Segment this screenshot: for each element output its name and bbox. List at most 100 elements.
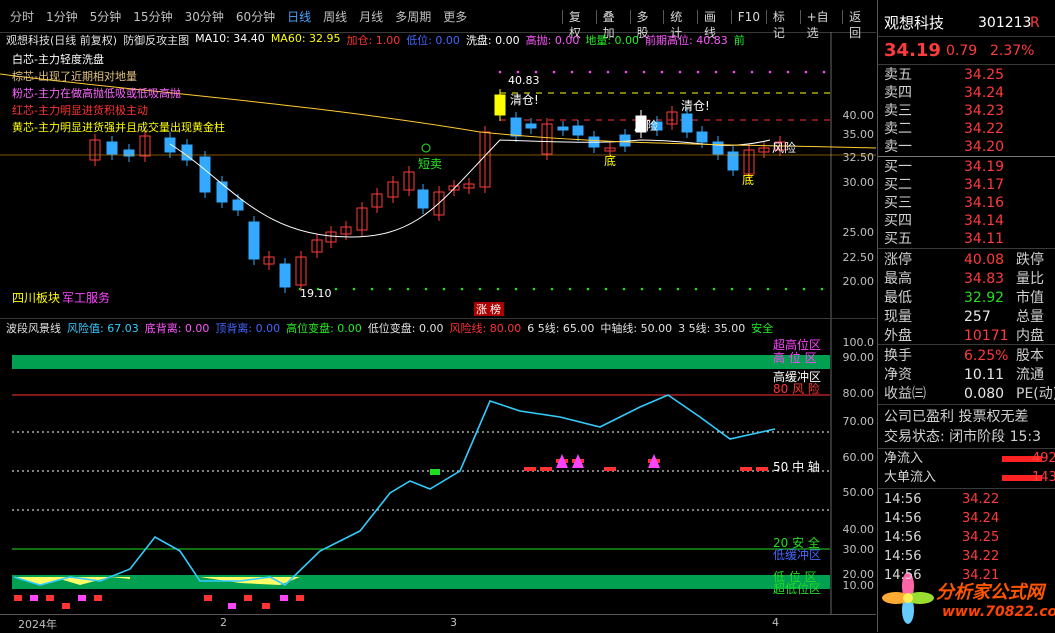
toolbar: 分时 1分钟 5分钟 15分钟 30分钟 60分钟 日线 周线 月线 多周期 更多 复权 叠加 多股 统计… <box>0 0 876 40</box>
di-label: 底 <box>742 172 754 187</box>
bottom-mark <box>204 595 212 601</box>
support-dot <box>514 287 518 291</box>
jiacang-value: 加仓: 1.00 <box>346 34 401 47</box>
support-dot <box>352 287 356 291</box>
x-label-1: 2 <box>220 616 227 629</box>
stat2-row: 换手 6.25% 股本 <box>882 347 1054 365</box>
support-dot <box>442 287 446 291</box>
support-dot <box>802 287 806 291</box>
ind-name[interactable]: 波段风景线 <box>6 320 61 336</box>
stat2-row: 净资 10.11 流通 <box>882 366 1054 384</box>
signal-mark <box>604 467 616 471</box>
legend: 白芯-主力轻度洗盘 棕芯-出现了近期相对地量 粉芯-主力在做高抛低吸或低吸高抛 红芯-… <box>12 51 225 136</box>
qingcang-label: 清仓! <box>510 93 539 107</box>
diwei-value: 低位: 0.00 <box>406 34 460 47</box>
sector-label: 四川板块 <box>12 291 60 305</box>
risk-value-line <box>13 394 776 586</box>
period-tab-10[interactable]: 更多 <box>437 9 473 25</box>
support-dot <box>478 287 482 291</box>
zhang-label: 涨 <box>476 303 487 316</box>
resist-dot <box>696 70 700 74</box>
support-dot <box>496 287 500 291</box>
ind-y-label: 50.00 <box>842 486 875 499</box>
quote-panel: 观想科技 301213 R 34.19 0.79 2.37% 公司已盈利 投票权… <box>877 0 1055 632</box>
ma10-value: MA10: 34.40 <box>195 32 265 45</box>
signal-mark <box>756 467 768 471</box>
main-y-label: 40.00 <box>842 109 875 122</box>
period-tab-0[interactable]: 分时 <box>4 9 40 25</box>
x-label-0: 2024年 <box>18 618 57 631</box>
main-yaxis: 40.00 35.00 32.50 30.00 25.00 22.50 20.00 <box>832 32 876 318</box>
main-y-label: 20.00 <box>842 275 875 288</box>
period-tab-1[interactable]: 1分钟 <box>40 9 84 25</box>
stat2-row-label2: 流通 <box>1016 367 1044 383</box>
period-tab-8[interactable]: 月线 <box>353 9 389 25</box>
legend-item: 黄芯-主力明显进货强并且成交量出现黄金柱 <box>12 121 225 134</box>
tick-price: 34.25 <box>962 530 1000 545</box>
dbl-value: 底背离: 0.00 <box>144 322 210 335</box>
tick-price: 34.22 <box>962 549 1000 564</box>
signal-mark <box>524 467 536 471</box>
resist-dot <box>498 70 502 74</box>
candle <box>557 126 569 131</box>
support-dot <box>784 287 788 291</box>
stat2-row-label2: 股本 <box>1016 348 1044 364</box>
bid-row: 买三 34.16 <box>882 194 1054 212</box>
bid-row-label: 买五 <box>884 231 912 247</box>
bottom-mark <box>296 595 304 601</box>
stat-row-label2: 内盘 <box>1016 328 1044 344</box>
company-info: 公司已盈利 投票权无差 <box>884 409 1029 425</box>
support-dot <box>748 287 752 291</box>
tick-time: 14:56 <box>884 492 922 507</box>
candle <box>232 199 244 211</box>
tick-time: 14:56 <box>884 511 922 526</box>
resist-dot <box>642 70 646 74</box>
tick-row: 14:56 34.24 <box>882 510 1054 528</box>
candle <box>681 113 693 133</box>
bid-row-value: 34.17 <box>964 177 1005 193</box>
company-row: 公司已盈利 投票权无差 <box>882 408 1054 426</box>
bottom-mark <box>62 603 70 609</box>
period-tab-6[interactable]: 日线 <box>281 9 317 25</box>
xipan-value: 洗盘: 0.00 <box>465 34 520 47</box>
ma60-value: MA60: 32.95 <box>270 32 341 45</box>
legend-item: 红芯-主力明显进货积极主动 <box>12 104 148 117</box>
zone-label: 高 位 区 <box>773 350 817 365</box>
period-tab-4[interactable]: 30分钟 <box>179 9 230 25</box>
stat-row: 现量 257 总量 <box>882 308 1054 326</box>
tick-time: 14:56 <box>884 568 922 583</box>
ask-row-label: 卖四 <box>884 85 912 101</box>
tick-time: 14:56 <box>884 549 922 564</box>
ask-row-label: 卖三 <box>884 103 912 119</box>
period-tab-3[interactable]: 15分钟 <box>127 9 178 25</box>
period-tab-7[interactable]: 周线 <box>317 9 353 25</box>
ask-row-value: 34.24 <box>964 85 1005 101</box>
bid-row-value: 34.14 <box>964 213 1005 229</box>
support-dot <box>370 287 374 291</box>
prevhigh-value: 前期高位: 40.83 <box>645 34 728 47</box>
bottom-mark <box>94 595 102 601</box>
stat2-row-value: 10.11 <box>964 367 1005 383</box>
candle <box>106 141 118 155</box>
support-dot <box>604 287 608 291</box>
candle <box>417 189 429 209</box>
bid-row: 买二 34.17 <box>882 176 1054 194</box>
brand-site: www.70822.com <box>942 604 1055 620</box>
support-dot <box>460 287 464 291</box>
stat-row-value: 257 <box>964 309 991 325</box>
signal-mark <box>430 469 440 475</box>
indicator-chart[interactable]: 超高位区高 位 区高缓冲区80 风 险50 中 轴20 安 全低缓冲区低 位 区… <box>0 319 876 615</box>
dbl2-value: 顶背离: 0.00 <box>215 322 281 335</box>
resist-dot <box>660 70 664 74</box>
period-tab-9[interactable]: 多周期 <box>389 9 437 25</box>
ask-row-label: 卖五 <box>884 67 912 83</box>
stat-row-value: 40.08 <box>964 252 1005 268</box>
period-tab-5[interactable]: 60分钟 <box>230 9 281 25</box>
x65-value: 6 5线: 65.00 <box>527 322 595 335</box>
fengxian-label: 风险 <box>772 140 796 155</box>
stat-row-label: 最低 <box>884 290 912 306</box>
resist-dot <box>624 70 628 74</box>
ask-row-label: 卖二 <box>884 121 912 137</box>
formula-name[interactable]: 防御反攻主图 <box>123 32 189 48</box>
period-tab-2[interactable]: 5分钟 <box>84 9 128 25</box>
